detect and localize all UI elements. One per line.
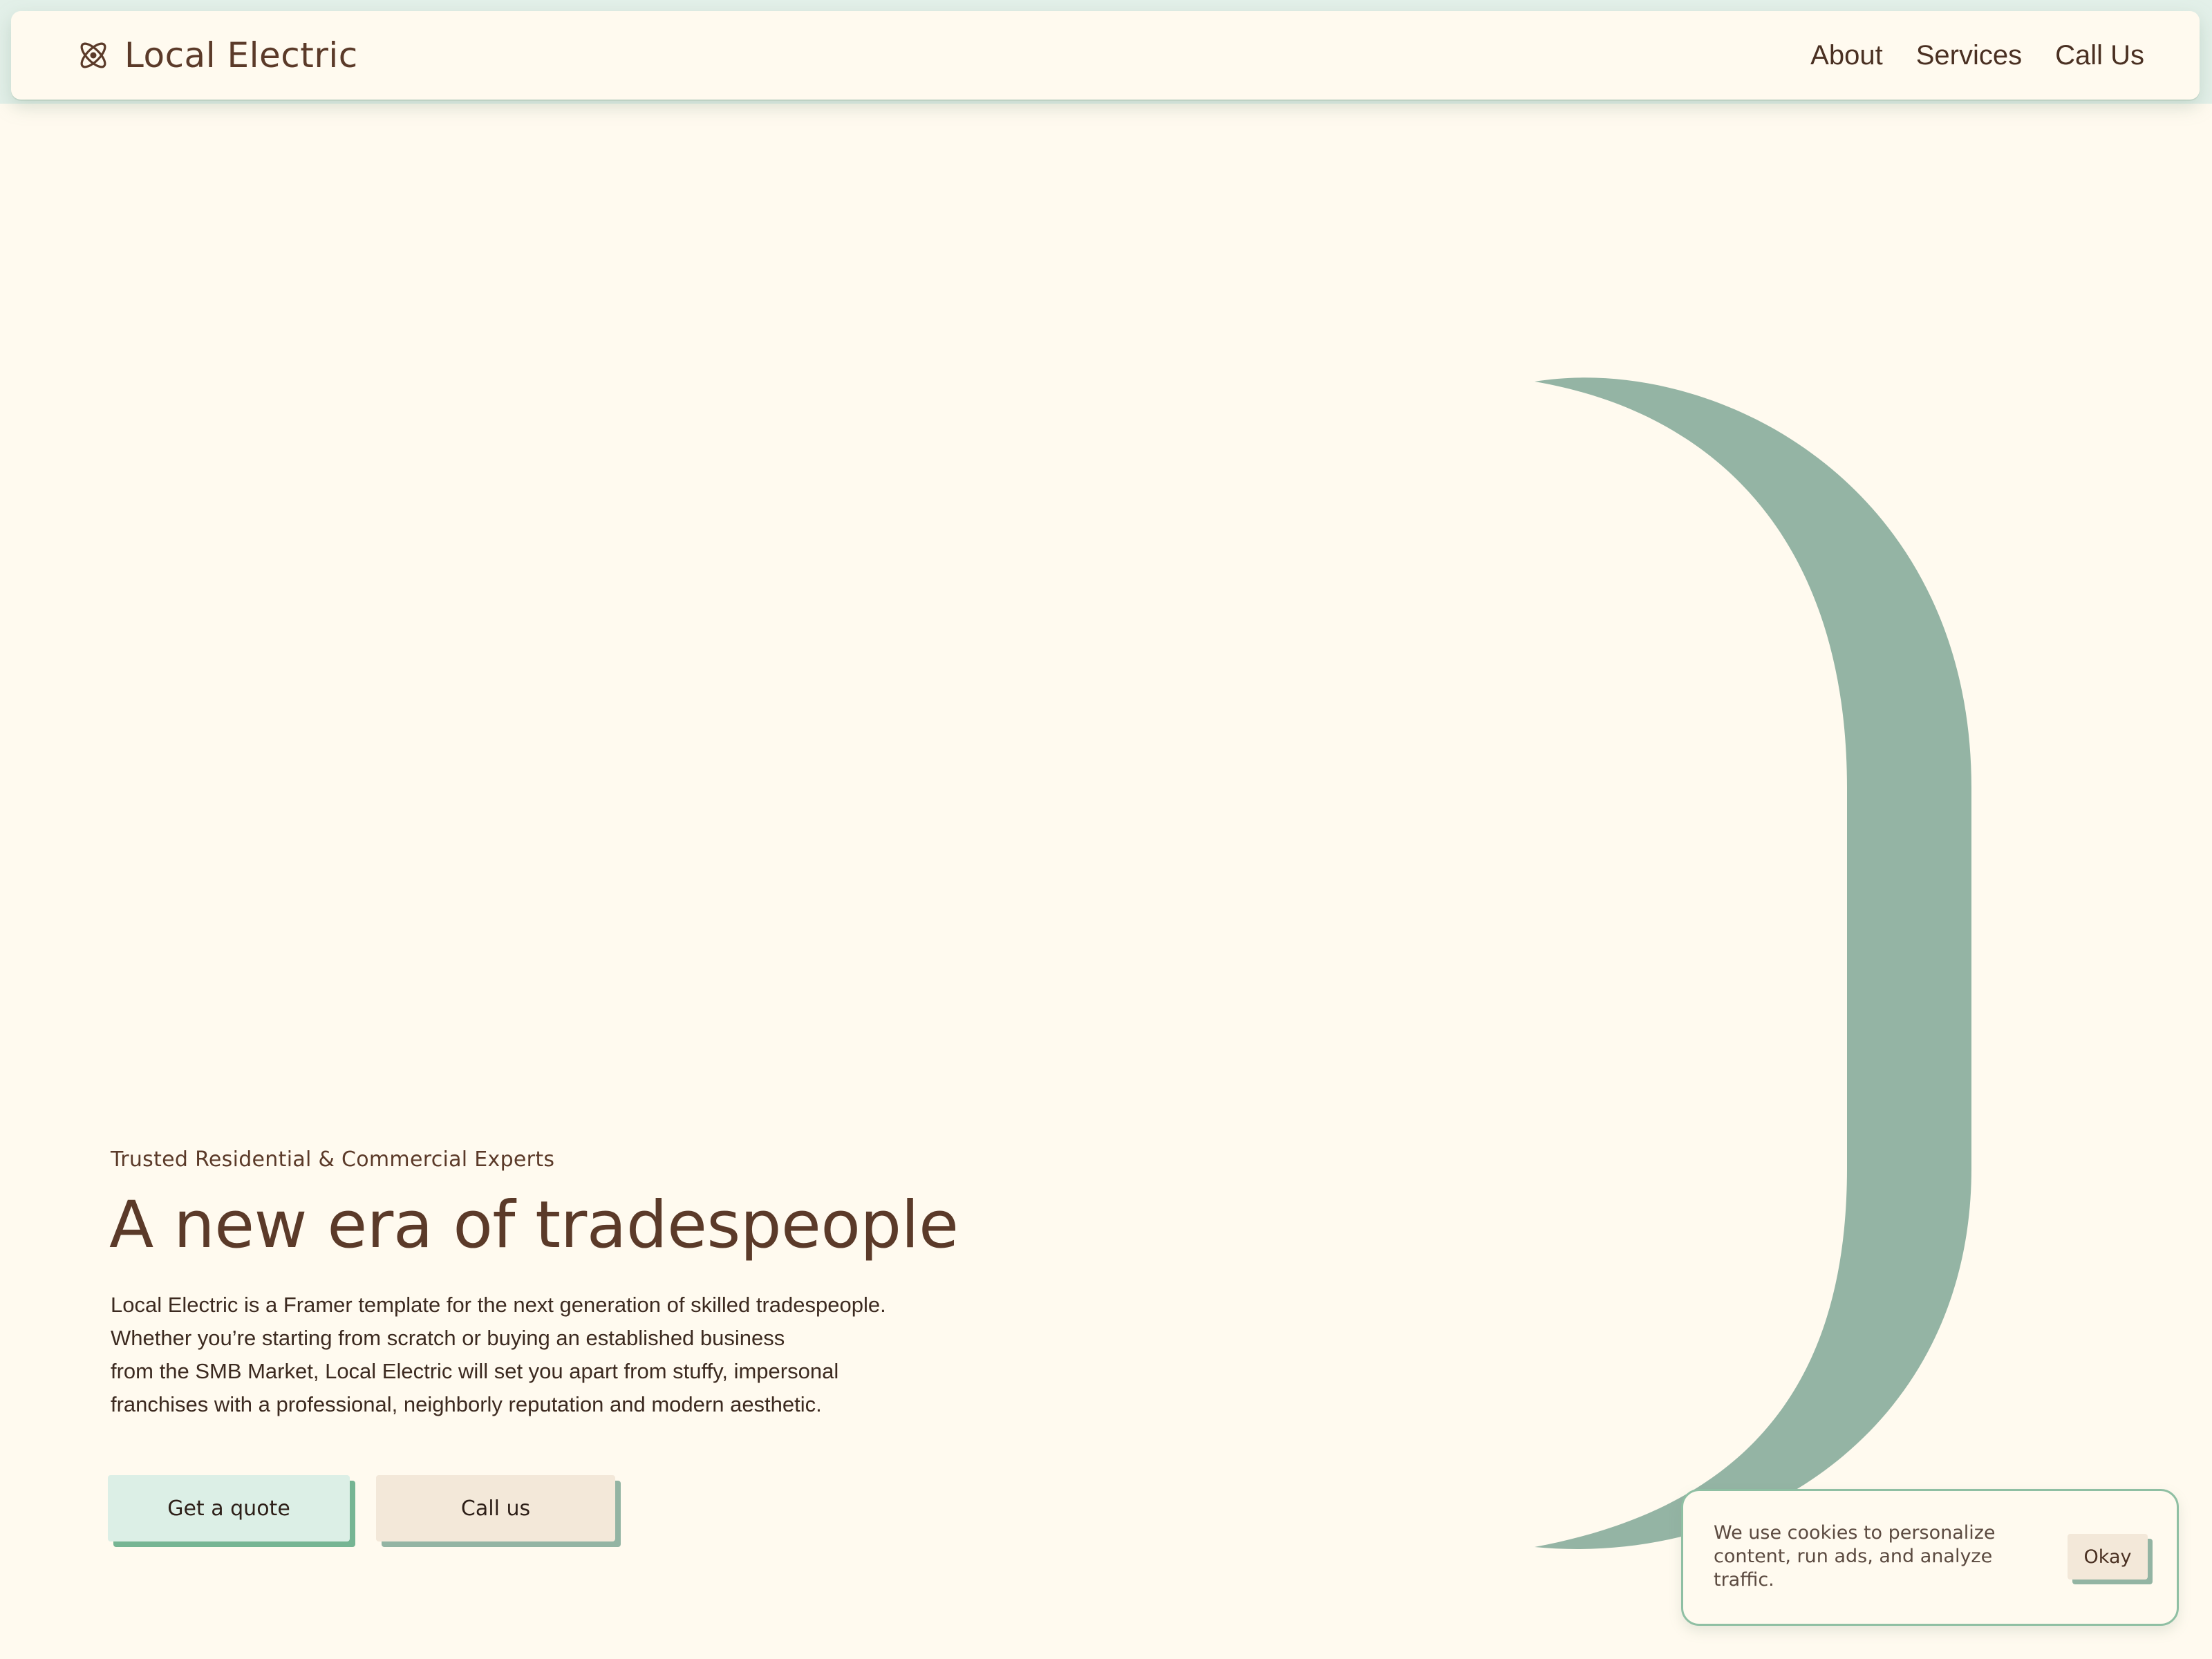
nav-link-about[interactable]: About bbox=[1810, 40, 1883, 71]
brand-name: Local Electric bbox=[124, 35, 358, 75]
cookie-message: We use cookies to personalize content, r… bbox=[1714, 1522, 1996, 1591]
hero-title: A new era of tradespeople bbox=[109, 1188, 959, 1263]
hero-description-line: from the SMB Market, Local Electric will… bbox=[111, 1359, 839, 1383]
navbar: Local Electric About Services Call Us bbox=[11, 11, 2200, 100]
decorative-arc bbox=[1535, 377, 1971, 1549]
call-us-button[interactable]: Call us bbox=[376, 1475, 615, 1541]
cookie-okay-button[interactable]: Okay bbox=[2068, 1534, 2148, 1580]
get-a-quote-button[interactable]: Get a quote bbox=[108, 1475, 350, 1541]
hero-description-line: Whether you’re starting from scratch or … bbox=[111, 1326, 785, 1350]
main-nav: About Services Call Us bbox=[1810, 40, 2144, 71]
brand-logo[interactable]: Local Electric bbox=[76, 35, 358, 75]
hero-eyebrow: Trusted Residential & Commercial Experts bbox=[111, 1147, 555, 1172]
cookie-banner: We use cookies to personalize content, r… bbox=[1681, 1489, 2179, 1626]
nav-link-call-us[interactable]: Call Us bbox=[2055, 40, 2144, 71]
hero-description-line: franchises with a professional, neighbor… bbox=[111, 1392, 822, 1416]
hero-description: Local Electric is a Framer template for … bbox=[111, 1288, 968, 1421]
hero-description-line: Local Electric is a Framer template for … bbox=[111, 1293, 886, 1317]
atom-icon bbox=[76, 38, 111, 73]
nav-link-services[interactable]: Services bbox=[1916, 40, 2022, 71]
